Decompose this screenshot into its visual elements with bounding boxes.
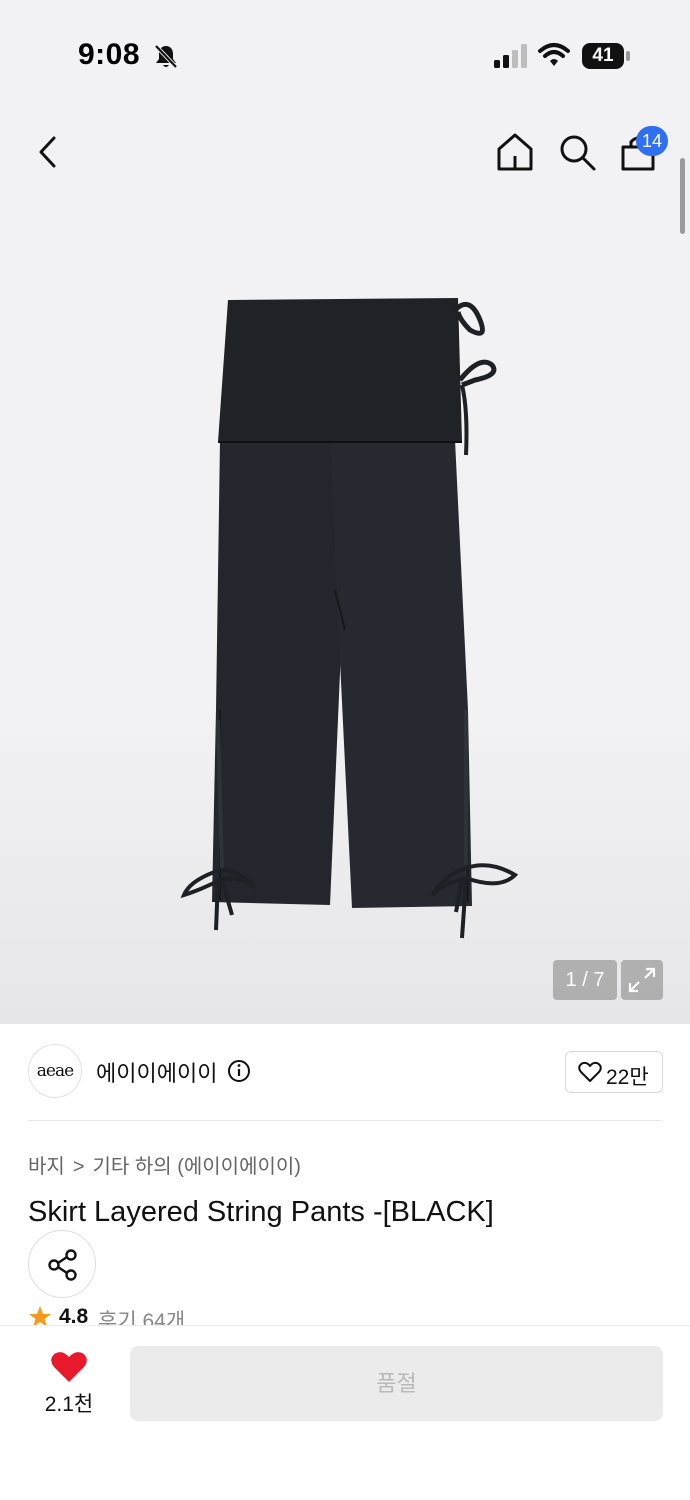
heart-filled-icon[interactable]: [50, 1350, 88, 1384]
brand-logo[interactable]: aeae: [28, 1044, 82, 1098]
cart-count-badge: 14: [636, 126, 668, 156]
review-count[interactable]: 후기 64개: [98, 1305, 185, 1327]
battery-icon: 41: [582, 43, 630, 69]
breadcrumb-category[interactable]: 바지: [28, 1156, 65, 1178]
expand-icon: [628, 967, 656, 993]
info-icon[interactable]: [227, 1059, 251, 1083]
status-time: 9:08: [78, 38, 141, 71]
back-arrow-icon[interactable]: [30, 130, 70, 174]
product-photo-pants: [180, 298, 519, 939]
cellular-signal-icon: [494, 44, 527, 68]
product-image-gallery[interactable]: 9:08 41 14 1 / 7: [0, 0, 690, 1024]
scrollbar[interactable]: [680, 158, 685, 234]
divider: [28, 1120, 662, 1121]
image-counter: 1 / 7: [553, 960, 617, 1000]
brand-like-count: 22만: [606, 1066, 649, 1089]
breadcrumb-subcategory[interactable]: 기타 하의 (에이이에이이): [93, 1156, 301, 1178]
rating-row[interactable]: 4.8 후기 64개: [28, 1303, 328, 1327]
heart-outline-icon: [578, 1061, 602, 1082]
product-title: Skirt Layered String Pants -[BLACK]: [28, 1196, 494, 1228]
wifi-icon: [538, 43, 570, 66]
breadcrumb: 바지 > 기타 하의 (에이이에이이): [28, 1150, 301, 1179]
search-icon[interactable]: [556, 130, 598, 174]
share-button[interactable]: [28, 1230, 96, 1298]
wishlist-count: 2.1천: [44, 1393, 94, 1416]
brand-like-button[interactable]: 22만: [565, 1051, 663, 1093]
status-bar: 9:08 41: [0, 0, 690, 110]
sold-out-button[interactable]: 품절: [130, 1346, 663, 1421]
bell-off-icon: [154, 44, 178, 69]
home-icon[interactable]: [494, 130, 536, 174]
rating-score: 4.8: [59, 1305, 89, 1327]
brand-name[interactable]: 에이이에이이: [96, 1056, 217, 1088]
battery-level: 41: [582, 43, 624, 69]
expand-image-button[interactable]: [621, 960, 663, 1000]
star-icon: [29, 1306, 51, 1327]
breadcrumb-separator: >: [72, 1156, 85, 1178]
share-icon: [48, 1249, 77, 1281]
